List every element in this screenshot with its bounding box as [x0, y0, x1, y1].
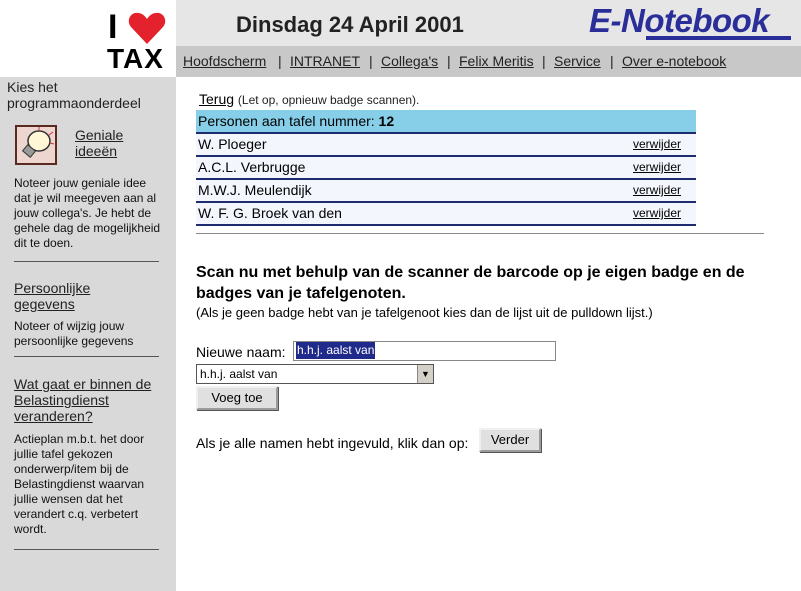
nav-over-e-notebook[interactable]: Over e-notebook	[622, 53, 726, 69]
brand-underline	[646, 36, 791, 40]
all-names-text: Als je alle namen hebt ingevuld, klik da…	[196, 435, 469, 451]
nav-separator: |	[278, 53, 282, 69]
sidebar-desc-persoonlijke-gegevens: Noteer of wijzig jouw persoonlijke gegev…	[14, 319, 134, 348]
table-row: M.W.J. Meulendijk verwijder	[196, 178, 696, 201]
nav-separator: |	[447, 53, 451, 69]
new-name-label: Nieuwe naam:	[196, 344, 286, 360]
heart-icon	[128, 12, 166, 44]
brand-logo: E-Notebook	[589, 2, 770, 39]
persons-table: Personen aan tafel nummer: 12 W. Ploeger…	[196, 110, 696, 226]
name-select-value: h.h.j. aalst van	[200, 367, 278, 381]
scan-instruction: Scan nu met behulp van de scanner de bar…	[196, 264, 745, 302]
top-nav: Hoofdscherm | INTRANET | Collega's | Fel…	[176, 46, 801, 77]
divider	[196, 233, 764, 234]
nav-separator: |	[610, 53, 614, 69]
remove-link[interactable]: verwijder	[633, 203, 681, 224]
logo-i: I	[108, 8, 118, 46]
add-button[interactable]: Voeg toe	[196, 386, 278, 410]
title-bar: Dinsdag 24 April 2001 E-Notebook	[176, 0, 801, 46]
nav-felix-meritis[interactable]: Felix Meritis	[459, 53, 534, 69]
back-line: Terug (Let op, opnieuw badge scannen).	[199, 91, 419, 107]
nav-separator: |	[542, 53, 546, 69]
table-row: W. Ploeger verwijder	[196, 132, 696, 155]
sidebar-desc-geniale-ideeen: Noteer jouw geniale idee dat je wil meeg…	[14, 176, 161, 250]
person-name: W. F. G. Broek van den	[198, 205, 342, 221]
sidebar-item-geniale-ideeen[interactable]: Geniale ideeën	[75, 127, 155, 159]
nav-collegas[interactable]: Collega's	[381, 53, 438, 69]
nav-hoofdscherm[interactable]: Hoofdscherm	[183, 53, 266, 69]
page-date: Dinsdag 24 April 2001	[236, 12, 464, 37]
table-label: Personen aan tafel nummer:	[198, 113, 375, 129]
person-name: A.C.L. Verbrugge	[198, 159, 306, 175]
next-button[interactable]: Verder	[479, 428, 541, 452]
new-name-value: h.h.j. aalst van	[296, 342, 376, 359]
table-header: Personen aan tafel nummer: 12	[196, 110, 696, 132]
table-number: 12	[378, 113, 395, 129]
person-name: W. Ploeger	[198, 136, 267, 152]
person-name: M.W.J. Meulendijk	[198, 182, 312, 198]
remove-link[interactable]: verwijder	[633, 134, 681, 155]
remove-link[interactable]: verwijder	[633, 180, 681, 201]
sidebar-divider	[14, 261, 159, 262]
nav-service[interactable]: Service	[554, 53, 601, 69]
sidebar-desc-veranderen: Actieplan m.b.t. het door jullie tafel g…	[14, 432, 145, 536]
back-link[interactable]: Terug	[199, 91, 234, 107]
pulldown-hint: (Als je geen badge hebt van je tafelgeno…	[196, 305, 653, 320]
new-name-input[interactable]: h.h.j. aalst van	[293, 341, 556, 361]
table-row: W. F. G. Broek van den verwijder	[196, 201, 696, 226]
sidebar-divider	[14, 356, 159, 357]
nav-intranet[interactable]: INTRANET	[290, 53, 360, 69]
lightbulb-icon[interactable]	[15, 125, 57, 165]
sidebar-item-persoonlijke-gegevens[interactable]: Persoonlijke gegevens	[14, 280, 134, 312]
back-note: (Let op, opnieuw badge scannen).	[237, 93, 420, 107]
chevron-down-icon[interactable]: ▼	[417, 365, 433, 383]
nav-separator: |	[369, 53, 373, 69]
logo-tax: TAX	[107, 43, 164, 74]
remove-link[interactable]: verwijder	[633, 157, 681, 178]
sidebar: Kies het programmaonderdeel Geniale idee…	[0, 77, 176, 591]
i-love-tax-logo: I TAX	[0, 0, 176, 77]
table-row: A.C.L. Verbrugge verwijder	[196, 155, 696, 178]
name-select[interactable]: h.h.j. aalst van ▼	[196, 364, 434, 384]
sidebar-item-veranderen[interactable]: Wat gaat er binnen de Belastingdienst ve…	[14, 376, 164, 424]
main-content: Terug (Let op, opnieuw badge scannen). P…	[176, 77, 801, 591]
sidebar-heading: Kies het programmaonderdeel	[7, 79, 141, 111]
sidebar-divider	[14, 549, 159, 550]
